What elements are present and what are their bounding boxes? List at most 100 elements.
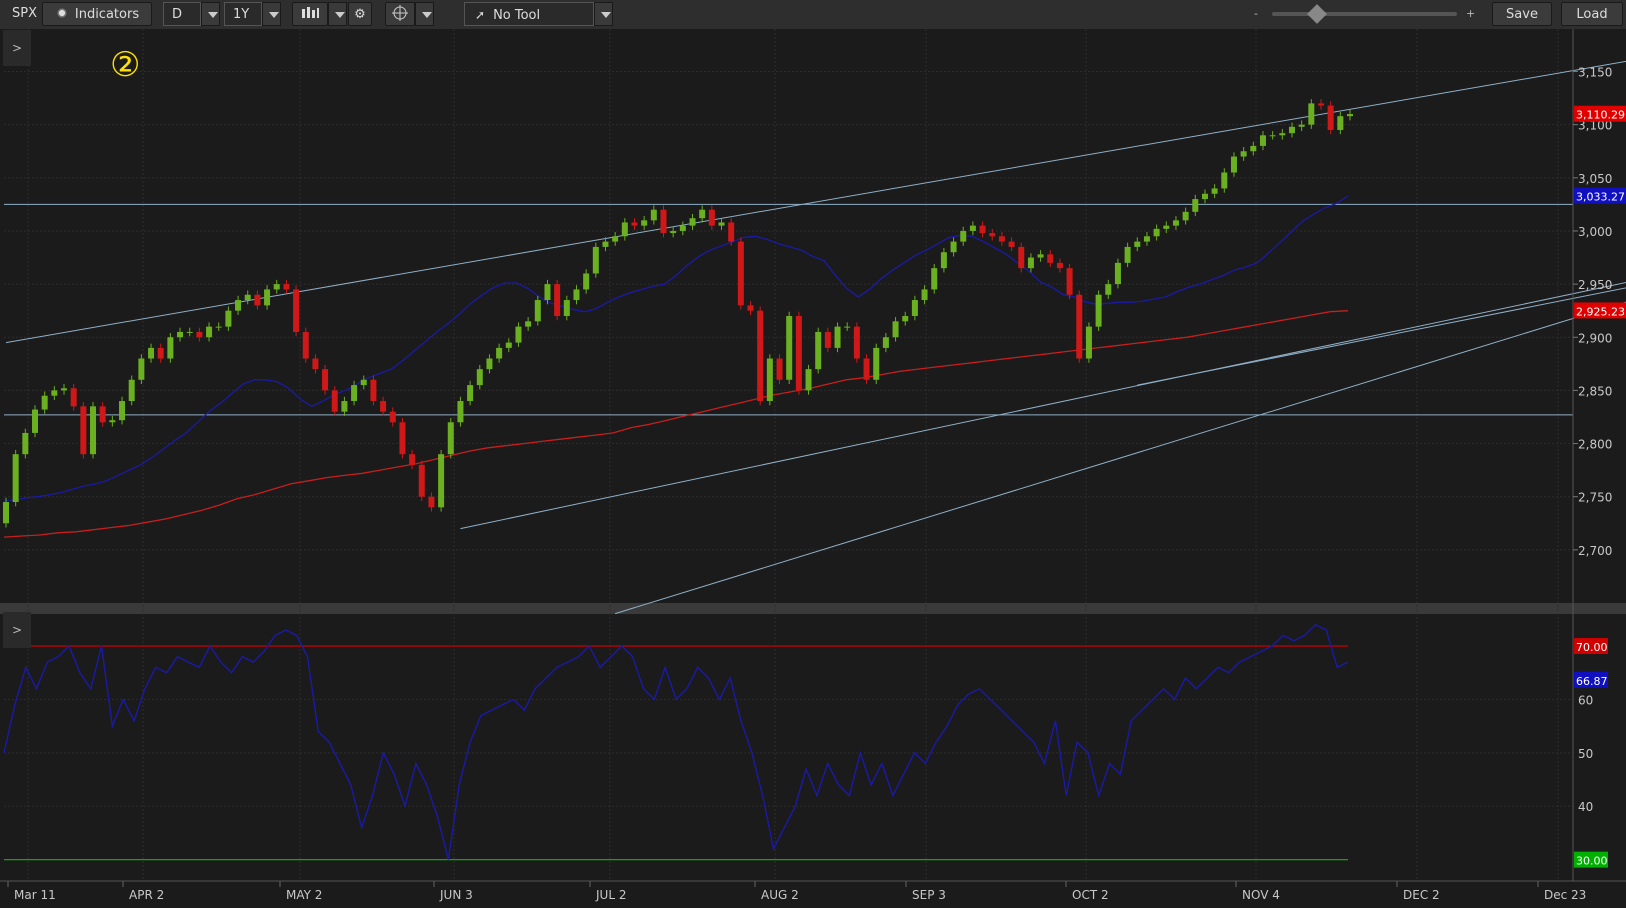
- crosshair-button[interactable]: [385, 2, 415, 26]
- candle-body: [631, 222, 638, 226]
- chart-style-button[interactable]: [292, 2, 328, 26]
- candle-body: [476, 369, 483, 386]
- lower-panel-toggle[interactable]: >: [3, 612, 31, 648]
- candle-body: [312, 358, 319, 370]
- price-label: 3,033.27: [1576, 191, 1625, 204]
- candle-body: [505, 342, 512, 348]
- candle-body: [1018, 246, 1025, 269]
- crosshair-dropdown-icon[interactable]: [415, 2, 434, 26]
- candle-body: [409, 454, 416, 465]
- candle-body: [641, 220, 648, 226]
- gear-icon[interactable]: ⚙: [348, 2, 372, 26]
- candle-body: [273, 284, 280, 290]
- candle-body: [389, 411, 396, 423]
- candle-body: [805, 369, 812, 391]
- candle-body: [51, 390, 58, 396]
- panel-separator: [0, 603, 1626, 614]
- y-tick-label: 2,950: [1578, 278, 1612, 292]
- zoom-slider[interactable]: [1272, 12, 1457, 16]
- candle-body: [1308, 103, 1315, 125]
- x-tick-label: DEC 2: [1403, 888, 1440, 902]
- y-tick-label: 2,750: [1578, 491, 1612, 505]
- indicators-button[interactable]: Indicators: [42, 2, 152, 26]
- candle-body: [90, 406, 97, 455]
- rsi-tick-label: 50: [1578, 747, 1593, 761]
- y-tick-label: 2,800: [1578, 438, 1612, 452]
- candle-body: [660, 209, 667, 234]
- candle-body: [128, 379, 135, 402]
- candle-body: [1182, 211, 1189, 221]
- rsi-level-label: 70.00: [1576, 641, 1608, 654]
- zoom-slider-thumb[interactable]: [1307, 4, 1327, 24]
- candle-body: [1066, 268, 1073, 295]
- y-tick-label: 3,000: [1578, 225, 1612, 239]
- candle-body: [1230, 156, 1237, 173]
- candle-body: [621, 222, 628, 237]
- drawing-tool-select[interactable]: ➚ No Tool: [464, 2, 594, 26]
- candle-body: [22, 432, 29, 455]
- candle-body: [467, 385, 474, 402]
- candle-body: [554, 284, 561, 316]
- rsi-tick-label: 40: [1578, 800, 1593, 814]
- candle-body: [225, 310, 232, 327]
- candle-body: [969, 225, 976, 231]
- candle-body: [1124, 246, 1131, 263]
- candle-body: [1279, 133, 1286, 136]
- candle-body: [41, 395, 48, 410]
- chart-style-dropdown-icon[interactable]: [328, 2, 347, 26]
- aggregation-select[interactable]: D: [163, 2, 201, 26]
- period-dropdown-icon[interactable]: [262, 2, 281, 26]
- drawing-tool-dropdown-icon[interactable]: [594, 2, 613, 26]
- candle-body: [438, 454, 445, 508]
- rsi-current-label: 66.87: [1576, 675, 1608, 688]
- aggregation-dropdown-icon[interactable]: [201, 2, 220, 26]
- candle-style-icon: [302, 7, 319, 18]
- candle-body: [1134, 241, 1141, 247]
- chart-area[interactable]: 3,1503,1003,0503,0002,9502,9002,8502,800…: [0, 29, 1626, 908]
- candle-body: [283, 284, 290, 290]
- candle-body: [1211, 188, 1218, 194]
- candle-body: [138, 358, 145, 380]
- candle-body: [960, 230, 967, 242]
- rsi-tick-label: 60: [1578, 693, 1593, 707]
- candle-body: [911, 300, 918, 316]
- candle-body: [1337, 116, 1344, 130]
- x-tick-label: NOV 4: [1242, 888, 1280, 902]
- candle-body: [1201, 193, 1208, 200]
- candle-body: [61, 388, 68, 391]
- zoom-in-button[interactable]: +: [1466, 2, 1478, 26]
- candle-body: [989, 233, 996, 237]
- candle-body: [670, 230, 677, 234]
- zoom-out-button[interactable]: -: [1254, 2, 1266, 26]
- candle-body: [1250, 145, 1257, 152]
- candle-body: [486, 358, 493, 370]
- candle-body: [1114, 262, 1121, 285]
- x-tick-label: JUN 3: [439, 888, 473, 902]
- candle-body: [786, 316, 793, 380]
- save-button[interactable]: Save: [1492, 2, 1552, 26]
- candle-body: [360, 379, 367, 386]
- candle-body: [650, 209, 657, 221]
- candle-body: [1163, 225, 1170, 229]
- upper-panel-toggle[interactable]: >: [3, 30, 31, 66]
- period-select[interactable]: 1Y: [224, 2, 262, 26]
- candle-body: [1153, 228, 1160, 237]
- candle-body: [921, 289, 928, 301]
- candle-body: [902, 316, 909, 322]
- candle-body: [708, 209, 715, 226]
- candle-body: [80, 406, 87, 455]
- candle-body: [998, 236, 1005, 242]
- x-tick-label: AUG 2: [761, 888, 799, 902]
- y-tick-label: 2,700: [1578, 544, 1612, 558]
- y-tick-label: 2,850: [1578, 384, 1612, 398]
- load-button[interactable]: Load: [1561, 2, 1623, 26]
- candle-body: [892, 321, 899, 338]
- candle-body: [12, 454, 19, 503]
- candle-body: [534, 300, 541, 322]
- candle-body: [853, 326, 860, 359]
- indicators-icon: [54, 6, 69, 20]
- candle-body: [380, 401, 387, 412]
- candle-body: [563, 300, 570, 316]
- candle-body: [70, 388, 77, 407]
- symbol-label[interactable]: SPX: [6, 2, 40, 26]
